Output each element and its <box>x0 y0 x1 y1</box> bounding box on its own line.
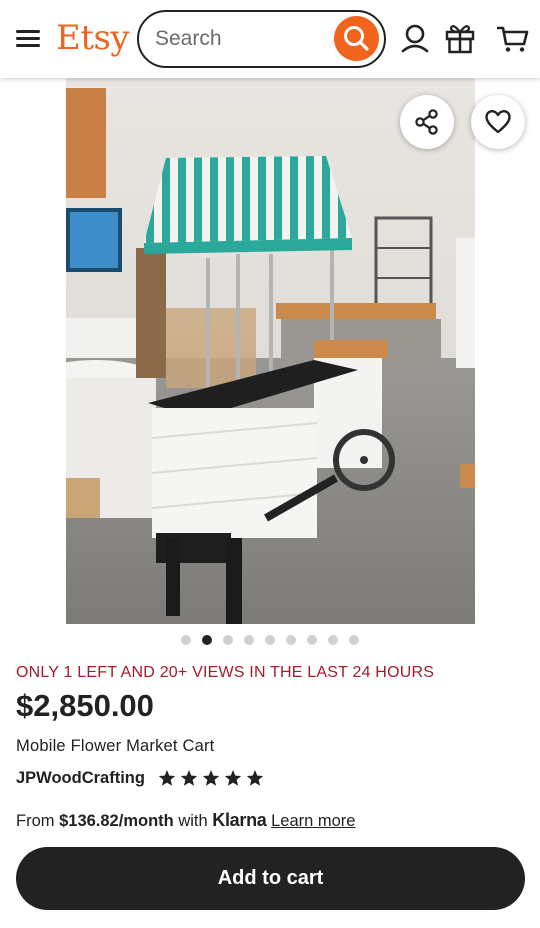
account-icon[interactable] <box>398 20 432 56</box>
search-input[interactable] <box>155 24 325 54</box>
carousel-dot[interactable] <box>202 635 212 645</box>
heart-icon <box>485 110 511 134</box>
klarna-logo: Klarna <box>212 810 267 830</box>
carousel-dot[interactable] <box>307 635 317 645</box>
carousel-dot[interactable] <box>286 635 296 645</box>
listing-title: Mobile Flower Market Cart <box>16 737 215 755</box>
star-icon <box>246 770 264 786</box>
gift-icon[interactable] <box>443 20 477 56</box>
search-bar[interactable] <box>137 10 386 68</box>
share-button[interactable] <box>400 95 454 149</box>
search-button[interactable] <box>334 16 379 61</box>
star-icon <box>202 770 220 786</box>
app-header: Etsy <box>0 0 540 78</box>
menu-icon[interactable] <box>14 26 42 50</box>
carousel-dot[interactable] <box>223 635 233 645</box>
star-icon <box>224 770 242 786</box>
carousel-dot[interactable] <box>349 635 359 645</box>
search-icon <box>344 26 369 51</box>
add-to-cart-button[interactable]: Add to cart <box>16 847 525 910</box>
listing-price: $2,850.00 <box>16 688 154 723</box>
star-icon <box>158 770 176 786</box>
scarcity-message: ONLY 1 LEFT AND 20+ VIEWS IN THE LAST 24… <box>16 664 435 681</box>
financing-amount: $136.82/month <box>59 812 174 830</box>
klarna-financing: From $136.82/month with Klarna Learn mor… <box>16 810 355 831</box>
carousel-dot[interactable] <box>328 635 338 645</box>
share-icon <box>415 109 438 135</box>
cart-icon[interactable] <box>494 20 529 56</box>
image-carousel-dots <box>0 635 540 647</box>
financing-from-text: From <box>16 812 55 830</box>
rating-stars[interactable] <box>158 769 268 789</box>
learn-more-link[interactable]: Learn more <box>271 812 355 830</box>
favorite-button[interactable] <box>471 95 525 149</box>
carousel-dot[interactable] <box>181 635 191 645</box>
financing-with-text: with <box>178 812 208 830</box>
etsy-logo[interactable]: Etsy <box>56 18 130 58</box>
carousel-dot[interactable] <box>265 635 275 645</box>
listing-photo[interactable] <box>66 78 475 624</box>
shop-row: JPWoodCrafting <box>16 769 264 789</box>
carousel-dot[interactable] <box>244 635 254 645</box>
star-icon <box>180 770 198 786</box>
shop-name-link[interactable]: JPWoodCrafting <box>16 769 145 787</box>
